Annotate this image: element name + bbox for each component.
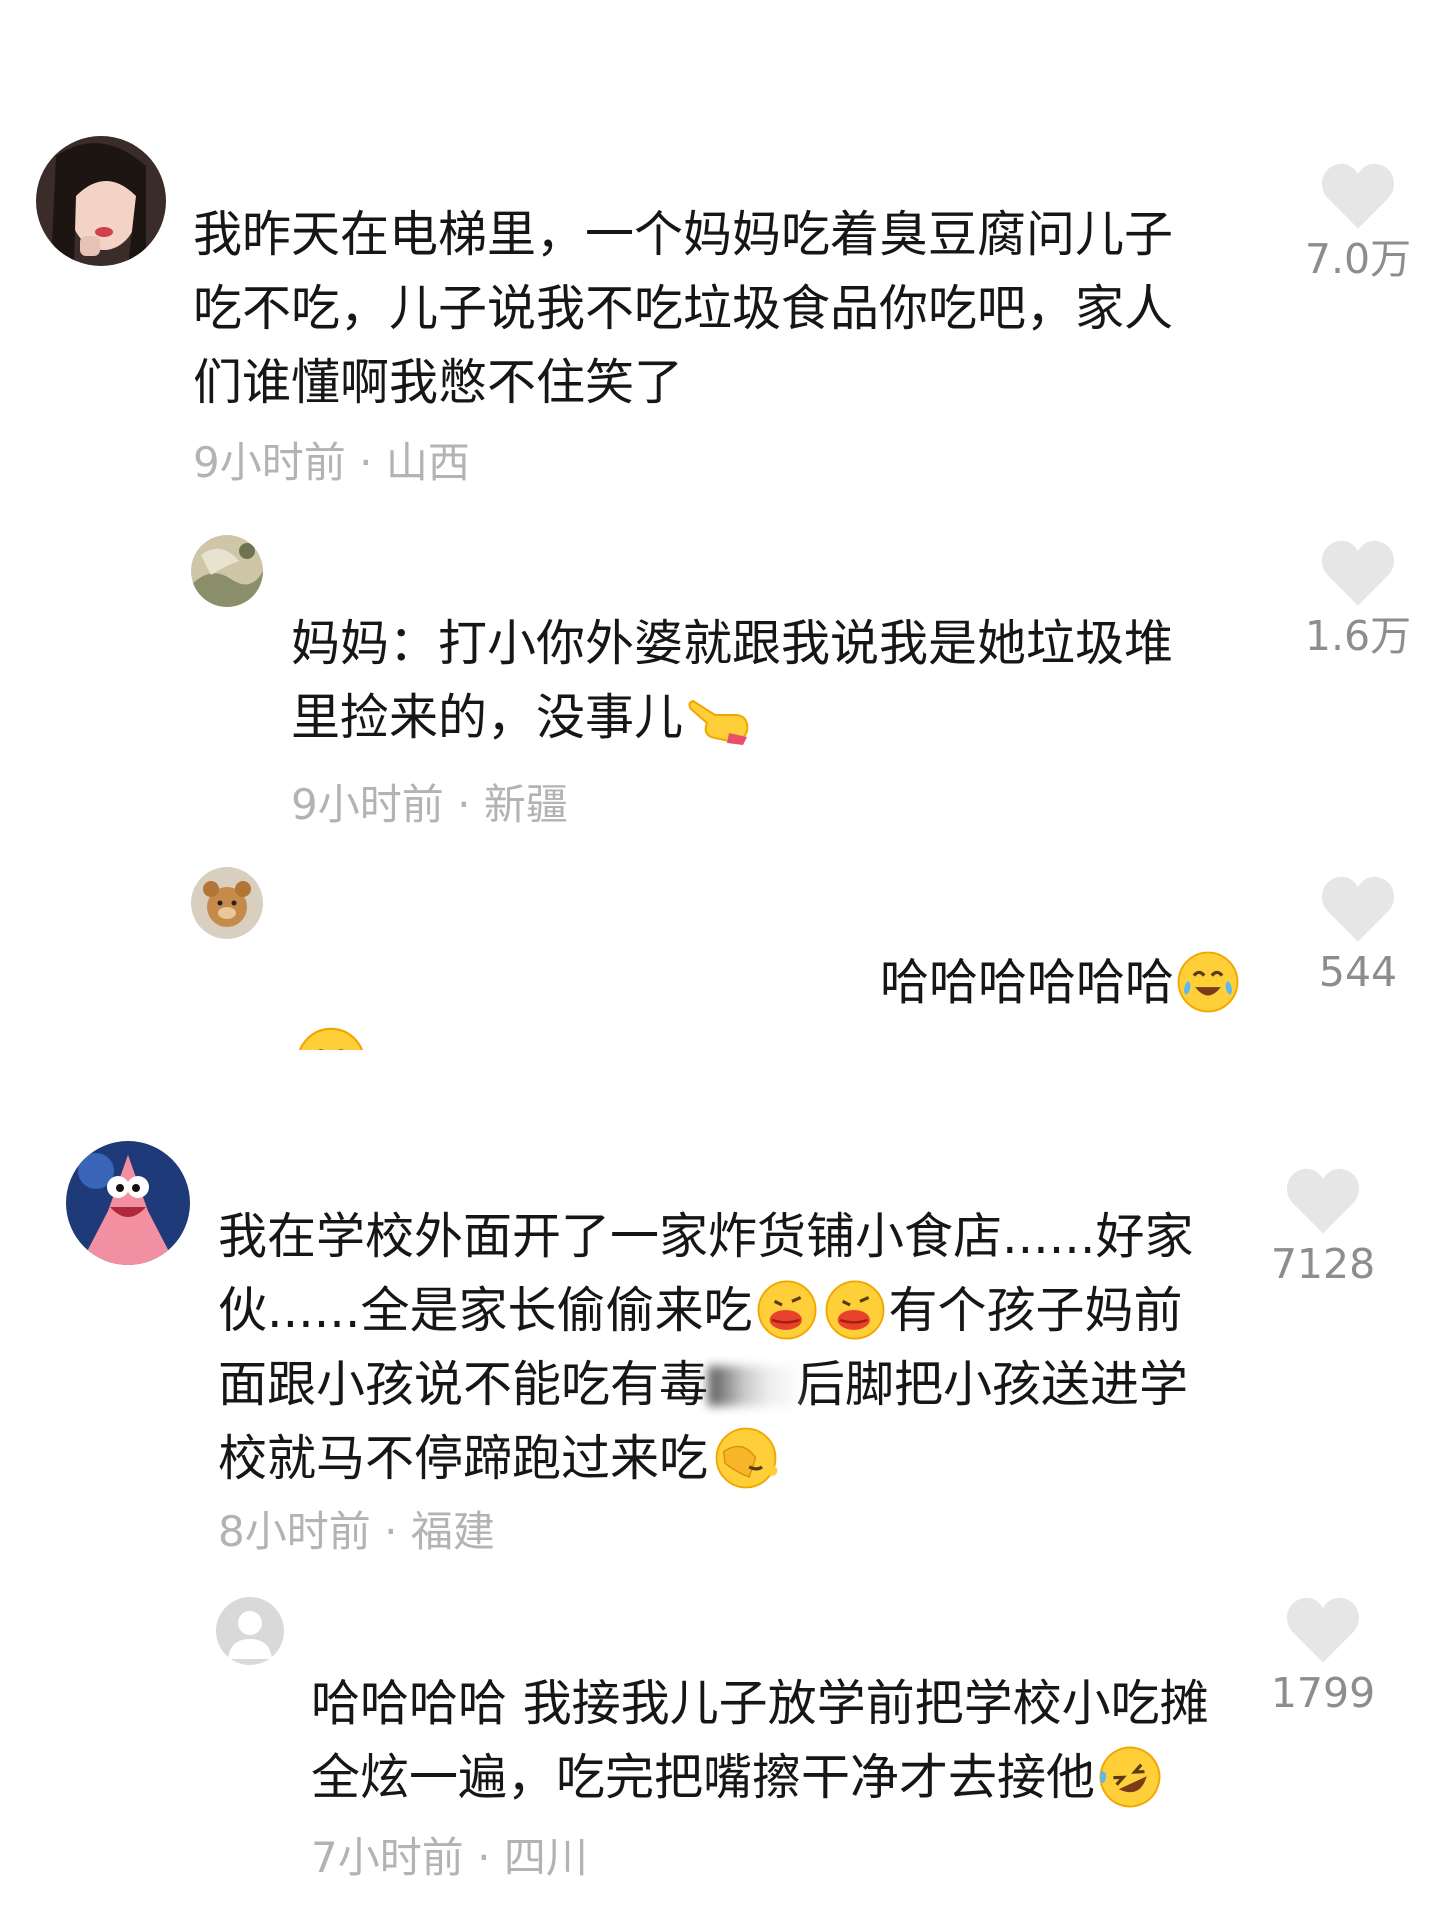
- cropped-emoji: [295, 1026, 367, 1050]
- comment-meta: 9小时前 · 新疆: [291, 779, 568, 831]
- avatar[interactable]: [191, 535, 263, 607]
- comment-location: 四川: [503, 1833, 588, 1882]
- like-count: 544: [1318, 948, 1398, 996]
- heart-icon: [1319, 537, 1397, 607]
- laughing-crying-emoji-icon: [295, 1026, 367, 1050]
- like-button[interactable]: 544: [1268, 873, 1440, 997]
- like-count: 7128: [1270, 1240, 1376, 1288]
- like-button[interactable]: 7128: [1233, 1165, 1413, 1289]
- avatar[interactable]: [36, 136, 166, 266]
- like-count: 1799: [1270, 1669, 1376, 1717]
- nature-photo-avatar-icon: [191, 535, 263, 607]
- meta-separator: ·: [477, 1833, 491, 1882]
- comment-line: 我在学校外面开了一家炸货铺小食店......好家: [218, 1208, 1194, 1265]
- comment-line: 全炫一遍，吃完把嘴擦干净才去接他: [311, 1741, 1209, 1815]
- comment-time: 9小时前: [193, 438, 346, 487]
- patrick-star-avatar-icon: [66, 1141, 190, 1265]
- comment-meta: 7小时前 · 四川: [311, 1832, 588, 1884]
- like-count: 1.6万: [1304, 612, 1412, 660]
- pointing-hand-emoji-icon: [688, 699, 749, 745]
- like-button[interactable]: 7.0万: [1268, 160, 1440, 284]
- comment-time: 9小时前: [291, 780, 444, 829]
- comment-line: 妈妈：打小你外婆就跟我说我是她垃圾堆: [291, 615, 1174, 672]
- comment-time: 8小时前: [218, 1507, 371, 1556]
- sloppy-kiss-emoji-icon: [754, 1279, 820, 1341]
- heart-icon: [1319, 160, 1397, 230]
- meta-separator: ·: [384, 1507, 398, 1556]
- avatar[interactable]: [216, 1597, 284, 1665]
- facepalm-emoji-icon: [710, 1426, 778, 1490]
- comment-line: 我昨天在电梯里，一个妈妈吃着臭豆腐问儿子: [193, 206, 1174, 263]
- comment-line: 伙......全是家长偷偷来吃 有个孩子妈前: [218, 1274, 1193, 1348]
- rolling-laughing-emoji-icon: [1097, 1745, 1163, 1809]
- avatar[interactable]: [66, 1141, 190, 1265]
- heart-icon: [1284, 1594, 1362, 1664]
- reply-text: 哈哈哈哈哈哈: [880, 946, 1240, 1020]
- comment-location: 山西: [385, 438, 470, 487]
- woman-photo-avatar-icon: [36, 136, 166, 266]
- comment-text: 我在学校外面开了一家炸货铺小食店......好家 伙......全是家长偷偷来吃…: [218, 1200, 1193, 1496]
- comment-time: 7小时前: [311, 1833, 464, 1882]
- comment-line: 里捡来的，没事儿: [291, 681, 1173, 755]
- meta-separator: ·: [457, 780, 471, 829]
- teddy-bear-avatar-icon: [191, 867, 263, 939]
- reply-text: 哈哈哈哈 我接我儿子放学前把学校小吃摊 全炫一遍，吃完把嘴擦干净才去接他: [311, 1667, 1209, 1815]
- comment-text: 我昨天在电梯里，一个妈妈吃着臭豆腐问儿子 吃不吃，儿子说我不吃垃圾食品你吃吧，家…: [193, 198, 1173, 420]
- comment-line: 校就马不停蹄跑过来吃: [218, 1422, 1193, 1496]
- comment-line: 哈哈哈哈 我接我儿子放学前把学校小吃摊: [311, 1675, 1209, 1732]
- sloppy-kiss-emoji-icon: [822, 1279, 888, 1341]
- like-button[interactable]: 1.6万: [1268, 537, 1440, 661]
- comment-location: 新疆: [483, 780, 568, 829]
- default-user-avatar-icon: [216, 1597, 284, 1665]
- blurred-emoji: [708, 1365, 797, 1406]
- comment-line: 面跟小孩说不能吃有毒 后脚把小孩送进学: [218, 1356, 1189, 1413]
- reply-text: 妈妈：打小你外婆就跟我说我是她垃圾堆 里捡来的，没事儿: [291, 607, 1173, 755]
- comment-line: 吃不吃，儿子说我不吃垃圾食品你吃吧，家人: [193, 280, 1174, 337]
- comment-location: 福建: [410, 1507, 495, 1556]
- comment-line: 们谁懂啊我憋不住笑了: [193, 354, 684, 411]
- meta-separator: ·: [359, 438, 373, 487]
- comment-meta: 8小时前 · 福建: [218, 1506, 495, 1558]
- heart-icon: [1319, 873, 1397, 943]
- heart-icon: [1284, 1165, 1362, 1235]
- like-count: 7.0万: [1304, 235, 1412, 283]
- comment-meta: 9小时前 · 山西: [193, 437, 470, 489]
- like-button[interactable]: 1799: [1233, 1594, 1413, 1718]
- avatar[interactable]: [191, 867, 263, 939]
- comment-line: 哈哈哈哈哈哈: [880, 946, 1240, 1020]
- laughing-crying-emoji-icon: [1176, 950, 1240, 1014]
